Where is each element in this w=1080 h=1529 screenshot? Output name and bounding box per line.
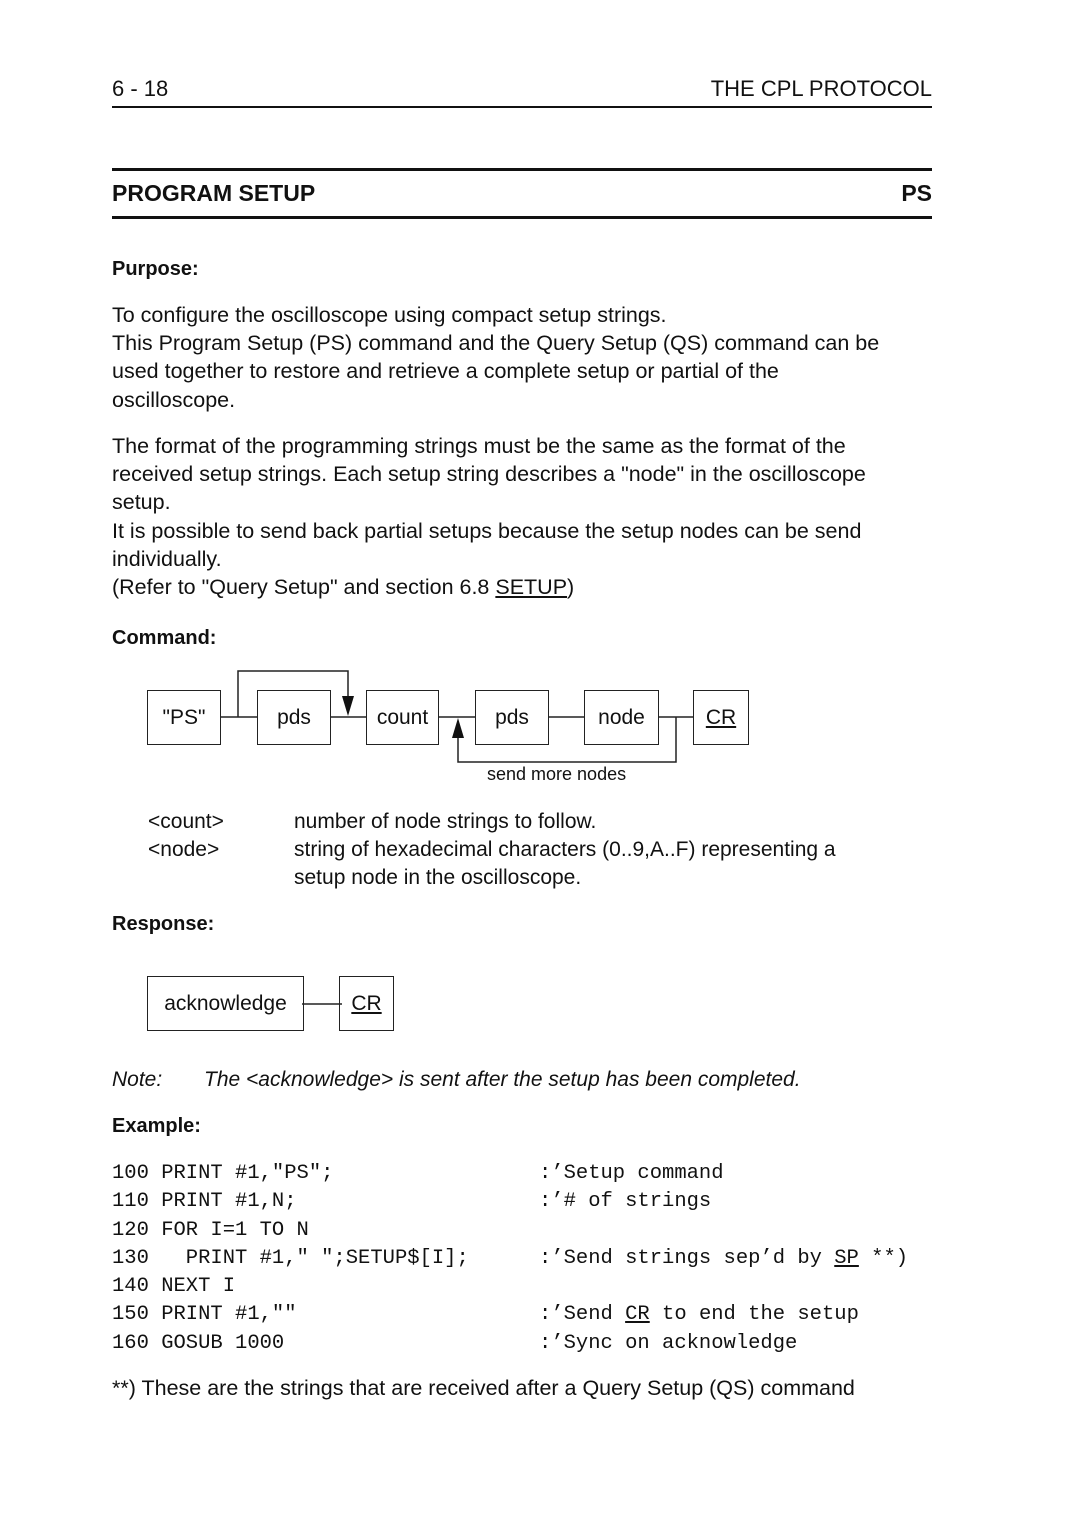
- code-listing: 100 PRINT #1,"PS"; :’Setup command 110 PR…: [112, 1160, 908, 1358]
- syntax-box-cr: CR: [693, 690, 749, 745]
- code-comment: :’Send: [539, 1303, 626, 1327]
- code-comment: :’Setup command: [539, 1162, 724, 1185]
- code-text: 120 FOR I=1 TO N: [112, 1218, 309, 1242]
- arrow-down-icon: [342, 696, 354, 716]
- code-comment-sp: SP: [834, 1246, 859, 1270]
- loop-label: send more nodes: [487, 764, 627, 784]
- code-text: 150 PRINT #1,"": [112, 1303, 297, 1327]
- code-text: 130 PRINT #1," ";SETUP$[I];: [112, 1246, 469, 1270]
- example-heading: Example:: [112, 1115, 201, 1137]
- arrow-up-icon: [452, 718, 464, 738]
- desc-node: string of hexadecimal characters (0..9,A…: [294, 838, 836, 861]
- code-line: 160 GOSUB 1000 :’Sync on acknowledge: [112, 1330, 908, 1358]
- syntax-box-pds: pds: [257, 690, 331, 745]
- term-node: <node>: [148, 838, 220, 861]
- code-comment-end: **): [858, 1246, 909, 1270]
- response-box-cr: CR: [339, 976, 394, 1031]
- code-line: 150 PRINT #1,"" :’Send CR to end the setu…: [112, 1301, 908, 1329]
- code-line: 140 NEXT I: [112, 1273, 908, 1301]
- note-label: Note:: [112, 1068, 163, 1091]
- response-connector: [302, 1003, 342, 1005]
- code-line: 110 PRINT #1,N; :’# of strings: [112, 1188, 908, 1216]
- code-text: 140 NEXT I: [112, 1275, 236, 1299]
- footnote: **) These are the strings that are recei…: [112, 1376, 855, 1400]
- note-text: The <acknowledge> is sent after the setu…: [204, 1068, 801, 1091]
- syntax-box-count: count: [366, 690, 439, 745]
- code-text: 160 GOSUB 1000: [112, 1331, 285, 1355]
- syntax-box-node: node: [584, 690, 659, 745]
- code-comment: :’# of strings: [539, 1190, 712, 1214]
- code-comment-end: to end the setup: [649, 1303, 859, 1327]
- code-line: 120 FOR I=1 TO N: [112, 1217, 908, 1245]
- code-text: 100 PRINT #1,"PS";: [112, 1162, 334, 1185]
- code-text: 110 PRINT #1,N;: [112, 1190, 297, 1214]
- code-comment: :’Sync on acknowledge: [539, 1331, 798, 1355]
- response-heading: Response:: [112, 913, 215, 935]
- code-line: 130 PRINT #1," ";SETUP$[I]; :’Send string…: [112, 1245, 908, 1273]
- syntax-box-ps: "PS": [147, 690, 221, 745]
- command-syntax-lines: [220, 670, 694, 763]
- desc-count: number of node strings to follow.: [294, 810, 597, 833]
- syntax-box-pds-2: pds: [475, 690, 549, 745]
- code-comment: :’Send strings sep’d by: [539, 1246, 835, 1270]
- term-count: <count>: [148, 810, 224, 833]
- response-box-acknowledge: acknowledge: [147, 976, 304, 1031]
- desc-node-2: setup node in the oscilloscope.: [294, 866, 582, 889]
- code-comment-cr: CR: [625, 1303, 650, 1327]
- code-line: 100 PRINT #1,"PS"; :’Setup command: [112, 1160, 908, 1188]
